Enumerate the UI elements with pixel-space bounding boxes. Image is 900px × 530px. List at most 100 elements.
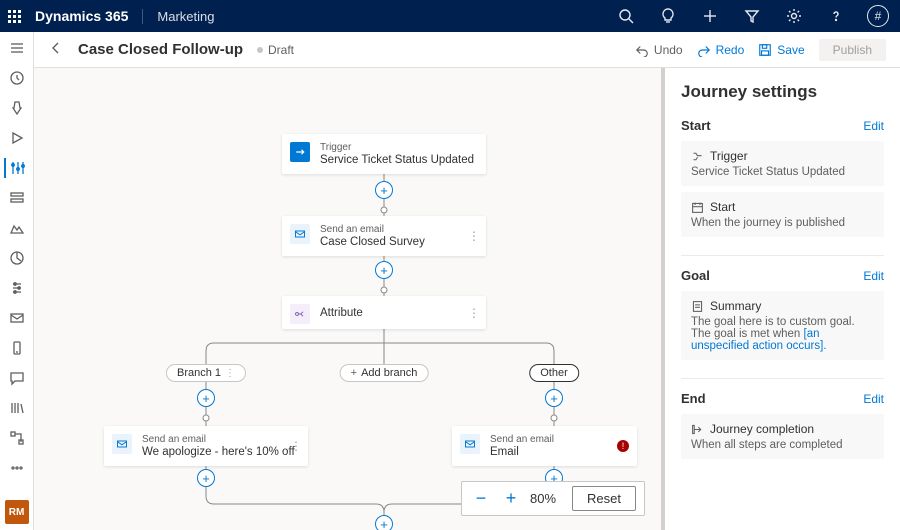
nav-journeys-icon[interactable] (4, 158, 30, 178)
section-title: Goal (681, 268, 710, 283)
zoom-out-button[interactable]: − (470, 488, 492, 510)
card-start-time: Start When the journey is published (681, 192, 884, 237)
add-step-button[interactable]: + (375, 515, 393, 530)
left-nav: RM (0, 32, 34, 530)
node-title: Service Ticket Status Updated (320, 154, 476, 166)
filter-icon[interactable] (738, 2, 766, 30)
section-goal: Goal Edit Summary The goal here is to cu… (681, 268, 884, 360)
card-journey-end: Journey completion When all steps are co… (681, 414, 884, 459)
node-title: Case Closed Survey (320, 236, 476, 248)
trigger-icon (290, 142, 310, 162)
nav-chat-icon[interactable] (4, 368, 30, 388)
panel-title: Journey settings (681, 82, 884, 102)
undo-button[interactable]: Undo (635, 43, 683, 57)
add-branch-button[interactable]: +Add branch (340, 364, 429, 382)
node-kind-label: Trigger (320, 142, 476, 153)
section-end: End Edit Journey completion When all ste… (681, 391, 884, 459)
card-label: Trigger (710, 149, 748, 163)
add-step-button[interactable]: + (545, 389, 563, 407)
journey-canvas[interactable]: Trigger Service Ticket Status Updated + … (34, 68, 665, 530)
node-kind-label: Send an email (490, 434, 627, 445)
settings-panel: Journey settings Start Edit Trigger Serv… (665, 68, 900, 530)
zoom-toolbar: − + 80% Reset (461, 481, 645, 516)
nav-mobile-icon[interactable] (4, 338, 30, 358)
attribute-icon (290, 304, 310, 324)
nav-more-icon[interactable] (4, 458, 30, 478)
warning-icon[interactable]: ! (617, 440, 629, 452)
nav-email-icon[interactable] (4, 308, 30, 328)
card-trigger: Trigger Service Ticket Status Updated (681, 141, 884, 186)
save-button[interactable]: Save (758, 43, 804, 57)
gear-icon[interactable] (780, 2, 808, 30)
branch-menu-icon[interactable]: ⋮ (225, 368, 235, 379)
nav-pinned-icon[interactable] (4, 98, 30, 118)
connector-end (381, 287, 388, 294)
section-title: End (681, 391, 706, 406)
nav-event-icon[interactable] (4, 218, 30, 238)
plus-icon[interactable] (696, 2, 724, 30)
add-step-button[interactable]: + (197, 469, 215, 487)
page-title: Case Closed Follow-up (78, 41, 243, 58)
zoom-in-button[interactable]: + (500, 488, 522, 510)
module-name: Marketing (142, 9, 214, 24)
app-launcher-icon[interactable] (8, 10, 21, 23)
email-icon (460, 434, 480, 454)
card-value: The goal here is to custom goal. The goa… (691, 316, 874, 352)
nav-flow-icon[interactable] (4, 428, 30, 448)
node-title: Email (490, 446, 627, 458)
nav-library-icon[interactable] (4, 398, 30, 418)
nav-analytics-icon[interactable] (4, 248, 30, 268)
node-trigger[interactable]: Trigger Service Ticket Status Updated (282, 134, 486, 174)
edit-goal-link[interactable]: Edit (863, 269, 884, 283)
card-value: When all steps are completed (691, 439, 874, 451)
page-header: Case Closed Follow-up Draft Undo Redo Sa… (34, 32, 900, 68)
card-goal-summary: Summary The goal here is to custom goal.… (681, 291, 884, 360)
add-step-button[interactable]: + (375, 261, 393, 279)
card-label: Journey completion (710, 422, 814, 436)
email-icon (290, 224, 310, 244)
search-icon[interactable] (612, 2, 640, 30)
user-initials-badge[interactable]: RM (5, 500, 29, 524)
nav-assets-icon[interactable] (4, 188, 30, 208)
node-title: We apologize - here's 10% off (142, 446, 298, 458)
connector-end (551, 415, 558, 422)
add-step-button[interactable]: + (197, 389, 215, 407)
zoom-level: 80% (530, 491, 556, 506)
help-icon[interactable] (822, 2, 850, 30)
email-icon (112, 434, 132, 454)
status-badge: Draft (257, 43, 294, 57)
card-value: Service Ticket Status Updated (691, 166, 874, 178)
nav-hamburger-icon[interactable] (4, 38, 30, 58)
card-value: When the journey is published (691, 217, 874, 229)
node-email-apology[interactable]: Send an email We apologize - here's 10% … (104, 426, 308, 466)
node-kind-label: Send an email (142, 434, 298, 445)
add-step-button[interactable]: + (375, 181, 393, 199)
redo-button[interactable]: Redo (697, 43, 745, 57)
section-title: Start (681, 118, 711, 133)
publish-button: Publish (819, 39, 886, 61)
user-avatar[interactable]: # (864, 2, 892, 30)
nav-recent-icon[interactable] (4, 68, 30, 88)
zoom-reset-button[interactable]: Reset (572, 486, 636, 511)
node-menu-icon[interactable]: ⋮ (468, 229, 480, 243)
nav-play-icon[interactable] (4, 128, 30, 148)
lightbulb-icon[interactable] (654, 2, 682, 30)
brand-name: Dynamics 365 (35, 8, 128, 24)
edit-end-link[interactable]: Edit (863, 392, 884, 406)
node-attribute[interactable]: Attribute ⋮ (282, 296, 486, 329)
card-label: Summary (710, 299, 761, 313)
branch-label[interactable]: Branch 1⋮ (166, 364, 246, 382)
node-menu-icon[interactable]: ⋮ (290, 439, 302, 453)
section-start: Start Edit Trigger Service Ticket Status… (681, 118, 884, 237)
card-label: Start (710, 200, 735, 214)
branch-other-label[interactable]: Other (529, 364, 579, 382)
connector-end (203, 415, 210, 422)
node-email-survey[interactable]: Send an email Case Closed Survey ⋮ (282, 216, 486, 256)
edit-start-link[interactable]: Edit (863, 119, 884, 133)
node-email-generic[interactable]: Send an email Email ! (452, 426, 637, 466)
back-button[interactable] (48, 40, 64, 59)
global-top-bar: Dynamics 365 Marketing # (0, 0, 900, 32)
node-menu-icon[interactable]: ⋮ (468, 306, 480, 320)
nav-settings-icon[interactable] (4, 278, 30, 298)
connector-end (381, 207, 388, 214)
